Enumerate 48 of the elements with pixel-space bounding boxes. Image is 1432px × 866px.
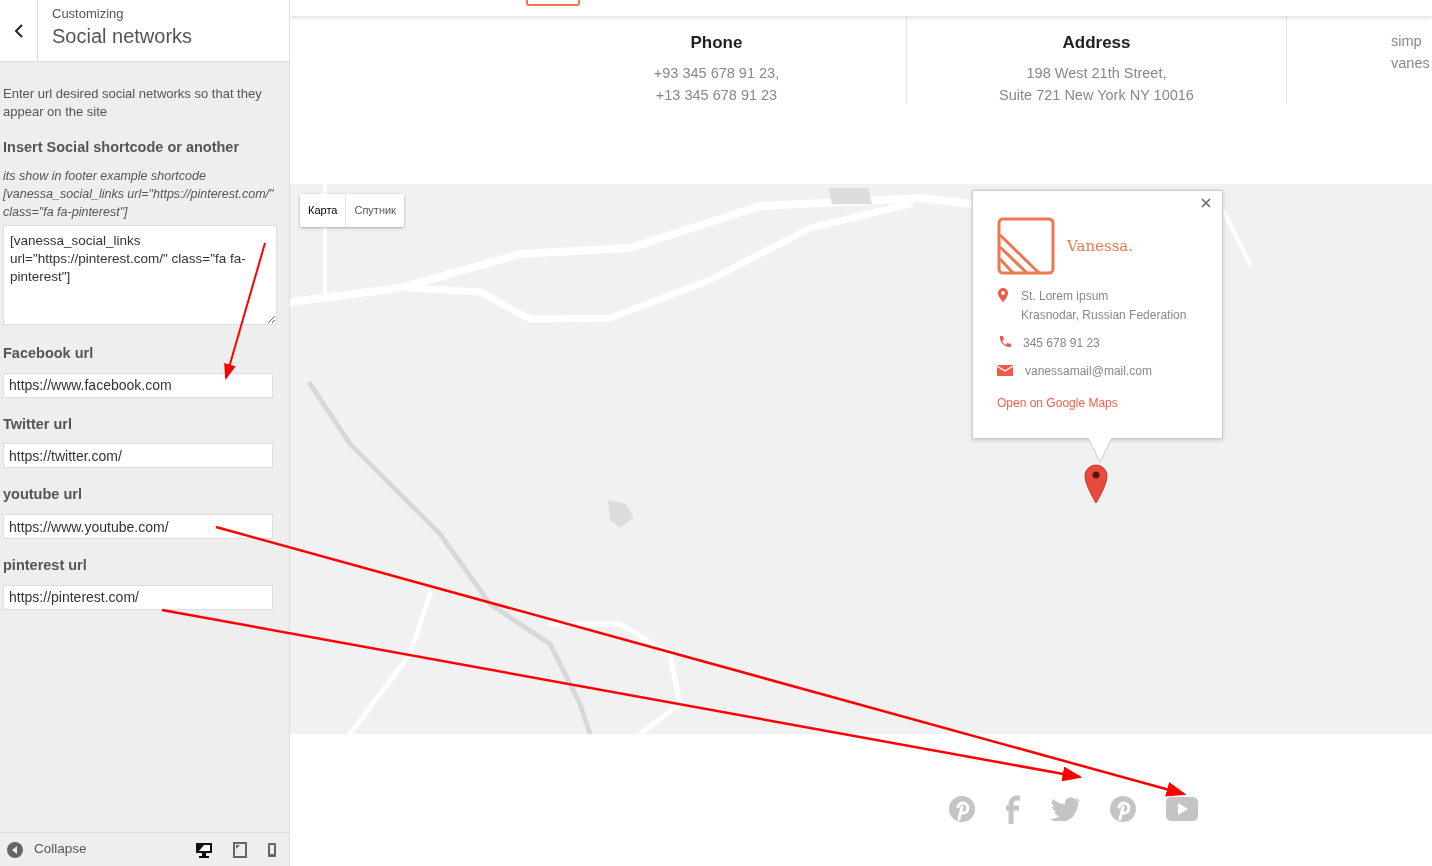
tablet-icon (233, 841, 247, 858)
brand-logo-icon (997, 217, 1055, 275)
field-help-text: its show in footer example shortcode [vanessa_social_links url="https://pinterest.com/" class="fa fa-pinterest"] (3, 167, 275, 221)
contact-text: vanes (1391, 54, 1431, 73)
facebook-icon (1005, 794, 1021, 824)
phone-icon (997, 334, 1011, 350)
contact-text: 198 West 21th Street, (1025, 63, 1168, 83)
brand-name: Vanessa. (1067, 235, 1134, 257)
shortcode-field[interactable]: [vanessa_social_links url="https://pinterest.com/" class="fa fa-pinterest"] (3, 224, 277, 325)
popup-text: vanessamail@mail.com (1025, 363, 1152, 380)
contact-heading: Phone (689, 32, 744, 54)
location-pin-icon (997, 287, 1009, 303)
popup-text: Krasnodar, Russian Federation (1021, 307, 1187, 324)
popup-text: St. Lorem ipsum (1021, 288, 1110, 305)
pinterest-icon (948, 795, 976, 823)
url-field[interactable]: https://twitter.com/ (3, 443, 273, 469)
contact-heading: Address (1061, 32, 1132, 54)
field-label: Insert Social shortcode or another (3, 138, 241, 157)
contact-text: Suite 721 New York NY 10016 (998, 85, 1195, 105)
url-field[interactable]: https://www.facebook.com (3, 372, 273, 398)
panel-title: Social networks (52, 23, 193, 48)
url-field[interactable]: https://www.youtube.com/ (3, 514, 273, 539)
field-label: Facebook url (3, 343, 95, 363)
pinterest-icon (1109, 795, 1137, 823)
field-label: pinterest url (3, 556, 88, 575)
panel-subtitle: Customizing (52, 5, 125, 23)
desktop-icon (195, 841, 213, 858)
close-button[interactable] (1200, 197, 1212, 209)
panel-description: Enter url desired social networks so that they appear on the site (3, 85, 263, 121)
envelope-icon (997, 362, 1013, 378)
twitter-icon (1050, 797, 1080, 821)
map-marker-icon (1084, 464, 1108, 504)
logo-icon (526, 0, 580, 6)
contact-text: +13 345 678 91 23 (654, 85, 779, 105)
map-type-tab[interactable]: Спутник (345, 194, 404, 227)
field-label: youtube url (3, 485, 83, 505)
popup-text: 345 678 91 23 (1023, 335, 1100, 352)
collapse-icon (6, 840, 24, 859)
collapse-button[interactable]: Collapse (6, 839, 87, 860)
url-field[interactable]: https://pinterest.com/ (3, 584, 273, 610)
contact-text: +93 345 678 91 23, (652, 63, 781, 83)
mobile-icon (267, 841, 277, 858)
youtube-icon (1166, 797, 1198, 821)
contact-text: simp (1391, 32, 1423, 51)
back-icon (13, 23, 24, 38)
close-icon (1200, 197, 1212, 209)
field-label: Twitter url (3, 414, 73, 434)
map-type-tab[interactable]: Карта (300, 194, 346, 227)
